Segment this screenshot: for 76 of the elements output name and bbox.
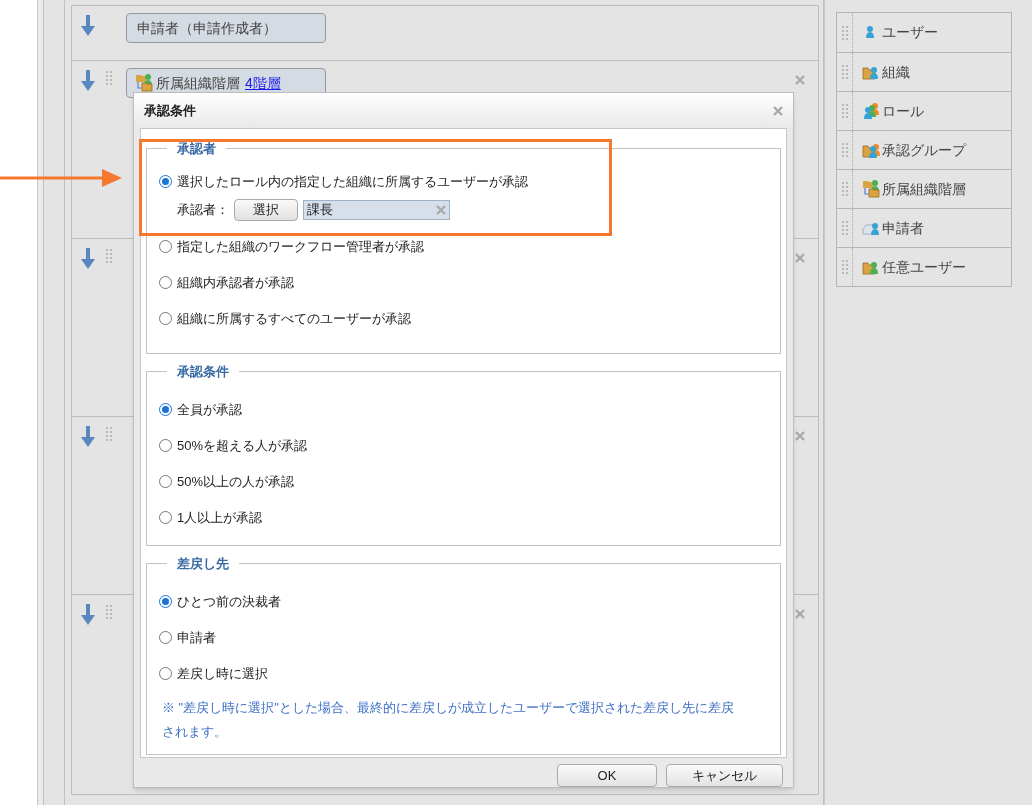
- option-label: 指定した組織のワークフロー管理者が承認: [177, 237, 424, 256]
- palette-label: ユーザー: [882, 23, 938, 42]
- clear-icon[interactable]: [436, 204, 446, 215]
- palette-item[interactable]: 所属組織階層: [837, 169, 1011, 208]
- option-label: 50%以上の人が承認: [177, 472, 295, 491]
- palette-item[interactable]: 任意ユーザー: [837, 247, 1011, 286]
- close-icon[interactable]: [795, 75, 805, 85]
- palette-item[interactable]: 申請者: [837, 208, 1011, 247]
- palette-item[interactable]: ロール: [837, 91, 1011, 130]
- note-text: ※ "差戻し時に選択"とした場合、最終的に差戻しが成立したユーザーで選択された差戻し先に差戻されます。: [161, 698, 735, 741]
- radio-button[interactable]: [159, 511, 172, 524]
- option-label: 差戻し時に選択: [177, 664, 268, 683]
- dialog-title: 承認条件: [144, 101, 196, 120]
- option-label: 選択したロール内の指定した組織に所属するユーザーが承認: [177, 172, 528, 191]
- folder-hierarchy-icon: [135, 74, 153, 92]
- palette-label: 任意ユーザー: [882, 257, 966, 277]
- dialog-button[interactable]: OK: [557, 764, 657, 787]
- down-arrow-icon: [81, 604, 95, 625]
- option-label: 1人以上が承認: [177, 508, 263, 527]
- drag-handle-icon[interactable]: [106, 249, 112, 263]
- step-label: 所属組織階層: [156, 73, 240, 93]
- radio-button[interactable]: [159, 595, 172, 608]
- approver-value: 課長: [307, 200, 333, 219]
- drag-handle-icon[interactable]: [841, 260, 848, 274]
- option-label: 組織に所属するすべてのユーザーが承認: [177, 309, 411, 328]
- drag-handle-icon[interactable]: [841, 65, 848, 79]
- drag-handle-icon[interactable]: [841, 221, 848, 235]
- option-label: 申請者: [177, 628, 216, 647]
- palette-label: 申請者: [882, 218, 924, 238]
- option-label: 50%を超える人が承認: [177, 436, 308, 455]
- approver-label: 承認者：: [177, 200, 229, 219]
- palette-item[interactable]: 組織: [837, 52, 1011, 91]
- drag-handle-icon[interactable]: [841, 104, 848, 118]
- section-legend: 承認者: [167, 139, 226, 159]
- down-arrow-icon: [81, 248, 95, 269]
- drag-handle-icon[interactable]: [106, 71, 112, 85]
- select-button[interactable]: 選択: [234, 198, 298, 221]
- radio-button[interactable]: [159, 403, 172, 416]
- drag-handle-icon[interactable]: [841, 143, 848, 157]
- radio-button[interactable]: [159, 631, 172, 644]
- down-arrow-icon: [81, 426, 95, 447]
- option-label: ひとつ前の決裁者: [177, 592, 281, 611]
- radio-button[interactable]: [159, 439, 172, 452]
- drag-handle-icon[interactable]: [106, 427, 112, 441]
- step-label: 申請者（申請作成者）: [137, 18, 277, 38]
- down-arrow-icon: [81, 70, 95, 91]
- hierarchy-level-link[interactable]: 4階層: [245, 72, 281, 94]
- radio-button[interactable]: [159, 175, 172, 188]
- radio-button[interactable]: [159, 667, 172, 680]
- section-legend: 承認条件: [167, 362, 239, 382]
- approver-field[interactable]: 課長: [303, 199, 450, 220]
- radio-button[interactable]: [159, 475, 172, 488]
- step-card[interactable]: 申請者（申請作成者）: [126, 13, 326, 43]
- palette-label: 承認グループ: [882, 140, 966, 160]
- drag-handle-icon[interactable]: [106, 605, 112, 619]
- drag-handle-icon[interactable]: [841, 182, 848, 196]
- palette-label: ロール: [882, 101, 924, 121]
- section-legend: 差戻し先: [167, 554, 239, 574]
- users-icon: [862, 102, 880, 120]
- radio-button[interactable]: [159, 276, 172, 289]
- palette-label: 組織: [882, 62, 910, 82]
- option-label: 組織内承認者が承認: [177, 273, 294, 292]
- option-label: 全員が承認: [177, 400, 242, 419]
- radio-button[interactable]: [159, 240, 172, 253]
- close-icon[interactable]: [773, 105, 783, 116]
- radio-button[interactable]: [159, 312, 172, 325]
- dialog-button[interactable]: キャンセル: [666, 764, 783, 787]
- down-arrow-icon: [81, 15, 95, 36]
- palette-item[interactable]: 承認グループ: [837, 130, 1011, 169]
- folder-users-icon: [862, 141, 880, 159]
- close-icon[interactable]: [795, 253, 805, 263]
- close-icon[interactable]: [795, 609, 805, 619]
- close-icon[interactable]: [795, 431, 805, 441]
- folder-hierarchy-icon: [862, 180, 880, 198]
- palette-label: 所属組織階層: [882, 179, 966, 199]
- drag-handle-icon[interactable]: [841, 25, 848, 40]
